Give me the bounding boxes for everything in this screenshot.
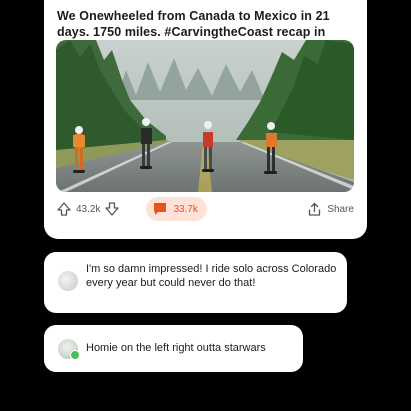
share-label: Share (327, 203, 354, 215)
online-status-indicator (70, 349, 80, 360)
downvote-icon[interactable] (104, 201, 120, 217)
upvote-icon[interactable] (56, 201, 72, 217)
post-action-bar: 43.2k 33.7k Share (56, 195, 354, 223)
share-button[interactable]: Share (307, 202, 354, 217)
share-icon (309, 202, 321, 216)
comment-count: 33.7k (173, 203, 198, 215)
avatar[interactable] (58, 338, 80, 360)
comment-text: Homie on the left right outta starwars (86, 341, 266, 354)
comment-icon (154, 203, 167, 215)
comment-text: I'm so damn impressed! I ride solo acros… (86, 263, 337, 289)
post-image[interactable] (56, 40, 354, 192)
vote-group: 43.2k (56, 201, 120, 217)
comment-bubble[interactable]: I'm so damn impressed! I ride solo acros… (44, 252, 347, 313)
upvote-count: 43.2k (76, 203, 101, 215)
comment-bubble[interactable]: Homie on the left right outta starwars (44, 325, 303, 372)
comments-button[interactable]: 33.7k (146, 197, 207, 221)
post-card[interactable]: We Onewheeled from Canada to Mexico in 2… (44, 0, 367, 239)
road-photo (56, 40, 354, 192)
avatar[interactable] (58, 271, 78, 291)
